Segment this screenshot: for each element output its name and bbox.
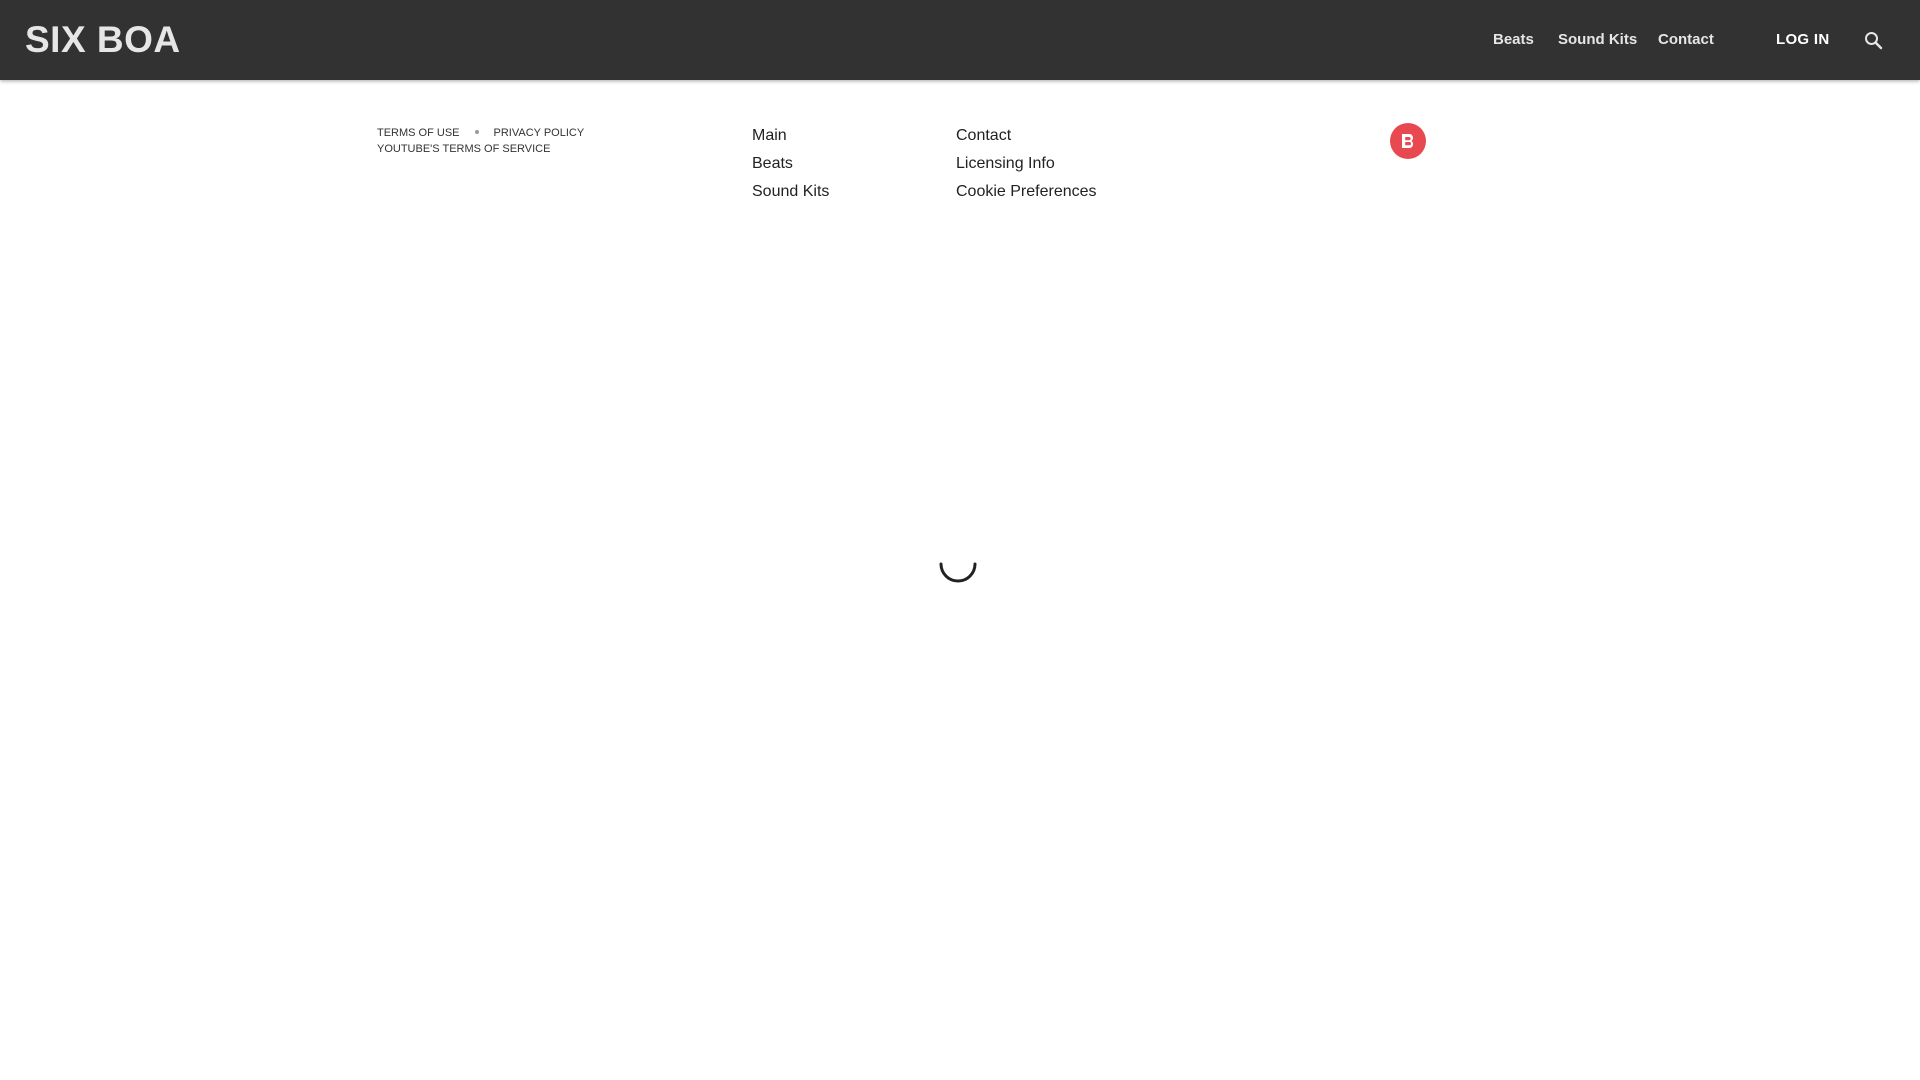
nav-beats[interactable]: Beats (1493, 31, 1534, 48)
beatstars-icon[interactable] (1390, 123, 1426, 159)
login-button[interactable]: LOG IN (1776, 31, 1829, 48)
nav-contact[interactable]: Contact (1658, 31, 1714, 48)
nav-sound-kits[interactable]: Sound Kits (1558, 31, 1637, 48)
brand-logo[interactable]: SIX BOA (25, 18, 181, 62)
loading-spinner-icon (939, 545, 977, 583)
search-icon[interactable] (1862, 29, 1886, 53)
footer-link-main[interactable]: Main (752, 122, 829, 150)
footer-links-column-2: Contact Licensing Info Cookie Preference… (956, 122, 1097, 206)
footer-link-beats[interactable]: Beats (752, 150, 829, 178)
terms-of-use-link[interactable]: TERMS OF USE (377, 127, 460, 139)
site-footer: TERMS OF USE PRIVACY POLICY YOUTUBE'S TER… (0, 80, 1920, 230)
footer-link-licensing-info[interactable]: Licensing Info (956, 150, 1097, 178)
separator-dot (474, 130, 479, 135)
footer-link-contact[interactable]: Contact (956, 122, 1097, 150)
footer-link-sound-kits[interactable]: Sound Kits (752, 178, 829, 206)
privacy-policy-link[interactable]: PRIVACY POLICY (494, 127, 585, 139)
youtube-terms-link[interactable]: YOUTUBE'S TERMS OF SERVICE (377, 143, 550, 155)
top-navigation-bar: SIX BOA Beats Sound Kits Contact LOG IN (0, 0, 1920, 80)
footer-link-cookie-preferences[interactable]: Cookie Preferences (956, 178, 1097, 206)
footer-links-column-1: Main Beats Sound Kits (752, 122, 829, 206)
legal-links: TERMS OF USE PRIVACY POLICY YOUTUBE'S TER… (377, 125, 584, 157)
